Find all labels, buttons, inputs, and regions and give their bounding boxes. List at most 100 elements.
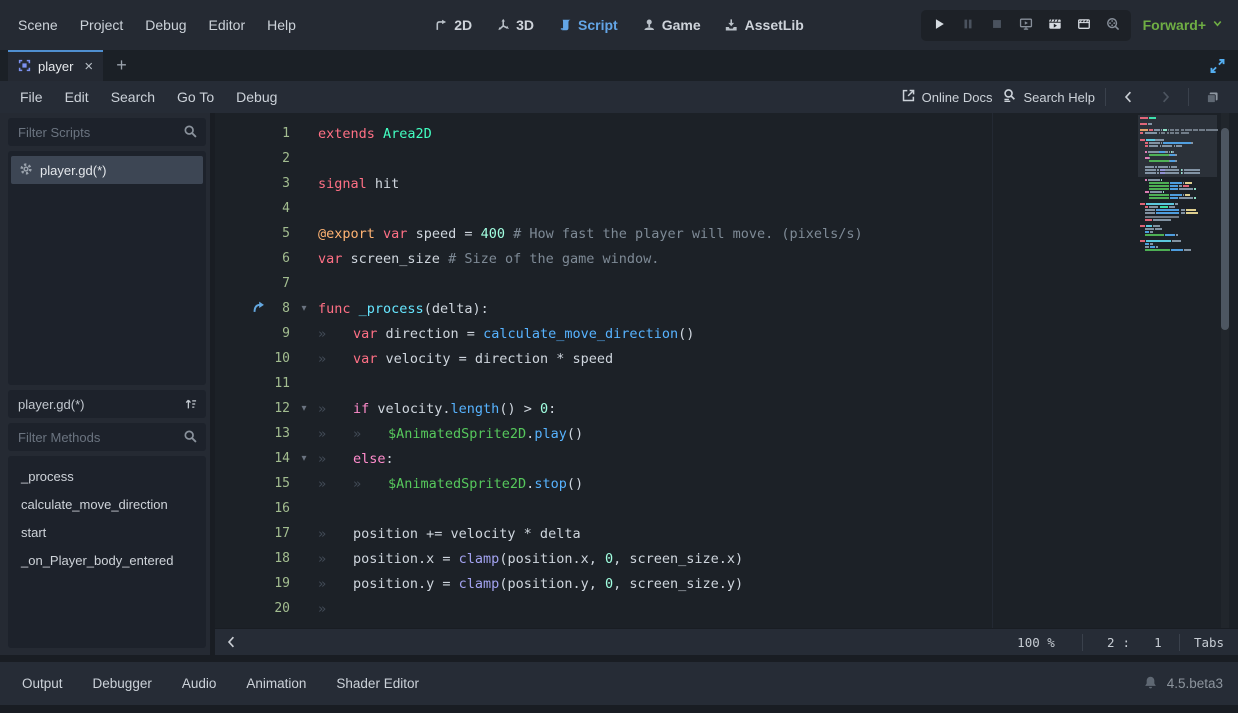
scene-tab-player[interactable]: player × (8, 50, 103, 81)
fold-chevron-icon[interactable]: ▾ (290, 303, 318, 314)
script-item-player-gd-[interactable]: player.gd(*) (11, 156, 203, 184)
method-item--on-player-body-entered[interactable]: _on_Player_body_entered (11, 547, 203, 575)
indent-guide: » (318, 526, 353, 542)
code-line-9[interactable]: 9»var direction = calculate_move_directi… (215, 321, 1238, 346)
workspace-game[interactable]: Game (636, 13, 707, 37)
code-line-20[interactable]: 20» (215, 596, 1238, 621)
minimap-line (1145, 145, 1182, 147)
caret-position: 2 : 1 (1083, 629, 1179, 655)
gear-icon (19, 162, 33, 179)
script-menu-edit[interactable]: Edit (55, 84, 99, 110)
code-line-18[interactable]: 18»position.x = clamp(position.x, 0, scr… (215, 546, 1238, 571)
play-custom-scene-button[interactable] (1077, 17, 1091, 34)
workspace-2d[interactable]: 2D (428, 13, 478, 37)
bell-icon[interactable] (1143, 675, 1158, 693)
workspace-3d[interactable]: 3D (490, 13, 540, 37)
pause-button[interactable] (961, 17, 975, 34)
code-line-7[interactable]: 7 (215, 271, 1238, 296)
token-num: 0 (605, 551, 613, 567)
minimap-line (1145, 243, 1153, 245)
code-line-1[interactable]: 1extends Area2D (215, 121, 1238, 146)
zoom-level[interactable]: 100 % (990, 629, 1082, 655)
code-line-13[interactable]: 13»»$AnimatedSprite2D.play() (215, 421, 1238, 446)
code-line-3[interactable]: 3signal hit (215, 171, 1238, 196)
scripts-panel-collapse-button[interactable] (215, 635, 239, 649)
minimap[interactable] (1138, 113, 1217, 628)
play-scene-button[interactable] (1019, 17, 1033, 34)
code-line-10[interactable]: 10»var velocity = direction * speed (215, 346, 1238, 371)
fold-chevron-icon[interactable]: ▾ (290, 453, 318, 464)
menu-scene[interactable]: Scene (8, 12, 68, 38)
stop-button[interactable] (990, 17, 1004, 34)
code-line-12[interactable]: 12▾»if velocity.length() > 0: (215, 396, 1238, 421)
top-bar: SceneProjectDebugEditorHelp 2D 3D Script Ga… (0, 0, 1238, 50)
code-line-6[interactable]: 6var screen_size # Size of the game wind… (215, 246, 1238, 271)
scrollbar-thumb[interactable] (1221, 128, 1229, 330)
minimap-line (1145, 246, 1159, 248)
minimap-line (1140, 123, 1152, 125)
token-txt: (delta): (424, 301, 489, 317)
token-kw: var (353, 351, 377, 367)
code-line-17[interactable]: 17»position += velocity * delta (215, 521, 1238, 546)
fold-chevron-icon[interactable]: ▾ (290, 403, 318, 414)
code-area[interactable]: 1extends Area2D23signal hit45@export var… (215, 113, 1238, 628)
bottom-tab-shader-editor[interactable]: Shader Editor (324, 670, 431, 697)
code-line-5[interactable]: 5@export var speed = 400 # How fast the … (215, 221, 1238, 246)
bottom-tab-output[interactable]: Output (10, 670, 75, 697)
bottom-tab-animation[interactable]: Animation (234, 670, 318, 697)
online-docs-button[interactable]: Online Docs (901, 88, 993, 106)
renderer-select[interactable]: Forward+ (1143, 17, 1224, 33)
code-editor[interactable]: 1extends Area2D23signal hit45@export var… (215, 113, 1238, 655)
method-item--process[interactable]: _process (11, 463, 203, 491)
token-txt: () (567, 476, 583, 492)
code-line-19[interactable]: 19»position.y = clamp(position.y, 0, scr… (215, 571, 1238, 596)
code-line-16[interactable]: 16 (215, 496, 1238, 521)
code-line-14[interactable]: 14▾»else: (215, 446, 1238, 471)
distraction-free-icon[interactable] (1209, 57, 1226, 74)
menu-debug[interactable]: Debug (135, 12, 196, 38)
token-txt: (position.x, (499, 551, 605, 567)
script-menu-go-to[interactable]: Go To (167, 84, 224, 110)
search-help-button[interactable]: Search Help (1002, 88, 1095, 106)
workspace-assetlib[interactable]: AssetLib (719, 13, 810, 37)
sort-methods-icon[interactable] (178, 393, 203, 415)
script-menu-search[interactable]: Search (101, 84, 165, 110)
indent-guide: » (318, 451, 353, 467)
method-item-calculate-move-direction[interactable]: calculate_move_direction (11, 491, 203, 519)
vertical-scrollbar[interactable] (1221, 113, 1229, 628)
menu-project[interactable]: Project (70, 12, 134, 38)
minimap-line (1145, 219, 1172, 221)
script-menu-file[interactable]: File (10, 84, 53, 110)
token-txt: () (678, 326, 694, 342)
indent-guide: » (318, 351, 353, 367)
script-panel-toggle-icon[interactable] (1199, 90, 1226, 105)
history-forward-button[interactable] (1152, 90, 1178, 104)
token-txt: velocity. (369, 401, 450, 417)
breakpoint-gutter[interactable] (215, 300, 268, 318)
minimap-line (1145, 234, 1179, 236)
method-item-start[interactable]: start (11, 519, 203, 547)
token-txt: velocity = direction * speed (377, 351, 613, 367)
code-line-2[interactable]: 2 (215, 146, 1238, 171)
code-line-15[interactable]: 15»»$AnimatedSprite2D.stop() (215, 471, 1238, 496)
token-txt: hit (367, 176, 400, 192)
version-label[interactable]: 4.5.beta3 (1167, 676, 1223, 691)
close-icon[interactable]: × (84, 59, 93, 74)
line-number: 15 (268, 476, 290, 491)
add-scene-tab-button[interactable]: + (103, 50, 140, 81)
script-menu-debug[interactable]: Debug (226, 84, 287, 110)
play-movie-button[interactable] (1048, 17, 1062, 34)
workspace-script[interactable]: Script (552, 13, 624, 37)
movie-writer-button[interactable] (1106, 17, 1120, 34)
minimap-line (1145, 206, 1175, 208)
play-button[interactable] (932, 17, 946, 34)
menu-help[interactable]: Help (257, 12, 306, 38)
bottom-tab-debugger[interactable]: Debugger (81, 670, 164, 697)
bottom-tab-audio[interactable]: Audio (170, 670, 229, 697)
minimap-line (1140, 139, 1164, 141)
code-line-4[interactable]: 4 (215, 196, 1238, 221)
history-back-button[interactable] (1116, 90, 1142, 104)
menu-editor[interactable]: Editor (199, 12, 256, 38)
code-line-8[interactable]: 8▾func _process(delta): (215, 296, 1238, 321)
code-line-11[interactable]: 11 (215, 371, 1238, 396)
